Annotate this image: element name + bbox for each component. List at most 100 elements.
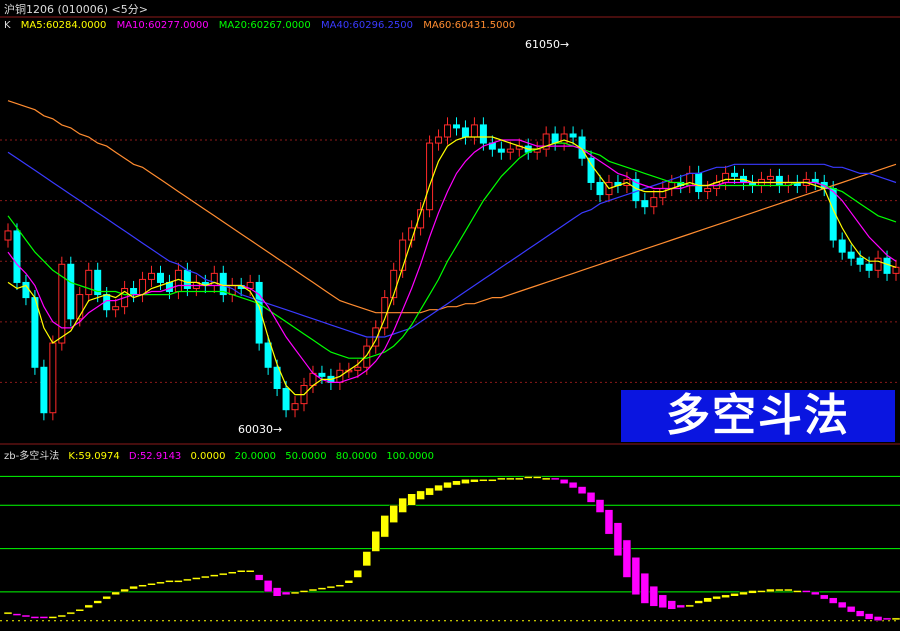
kd-bar-bear	[622, 539, 632, 578]
kd-bar-bull	[532, 476, 542, 479]
kd-bar-bull	[730, 593, 739, 597]
candle-up	[659, 188, 667, 199]
candle-down	[452, 124, 460, 129]
kd-bar-bear	[595, 499, 605, 513]
legend-ma20: MA20:60267.0000	[218, 20, 311, 31]
kd-bar-bull	[748, 590, 757, 594]
candle-up	[85, 269, 93, 296]
kd-bar-bear	[828, 597, 838, 604]
kd-bar-bull	[523, 476, 533, 479]
candle-down	[40, 366, 48, 414]
kd-bar-bull	[891, 617, 900, 621]
kd-bar-bear	[586, 492, 596, 503]
candle-up	[49, 342, 57, 414]
candle-up	[291, 403, 299, 411]
kd-bar-bull	[48, 616, 58, 619]
low-annotation: 60030→	[238, 423, 283, 436]
candle-up	[470, 124, 478, 138]
kd-bar-bull	[219, 572, 228, 576]
kd-bar-bear	[811, 591, 820, 596]
kd-bar-bull	[757, 590, 766, 593]
candle-up	[874, 257, 882, 271]
kd-bar-bull	[129, 585, 138, 590]
sub-legend-0: 0.0000	[190, 451, 226, 462]
kd-bar-bull	[210, 574, 219, 577]
kd-bar-bull	[344, 580, 354, 584]
kd-bar-bull	[389, 505, 398, 523]
kd-bar-bear	[272, 587, 282, 597]
kd-bar-bull	[165, 580, 174, 583]
candle-up	[722, 172, 730, 183]
kd-bar-bull	[371, 531, 381, 552]
kd-bar-bull	[75, 608, 85, 612]
kd-bar-bull	[766, 588, 775, 593]
kd-bar-bear	[559, 479, 569, 484]
kd-bar-bull	[541, 477, 551, 481]
kd-bar-bull	[443, 481, 452, 489]
candle-down	[775, 175, 783, 186]
kd-bar-bull	[66, 611, 76, 615]
kd-bar-bull	[685, 604, 694, 608]
candle-down	[22, 281, 30, 299]
sub-legend-80: 80.0000	[335, 451, 378, 462]
candle-down	[13, 230, 21, 283]
kd-bar-bear	[649, 585, 659, 607]
kd-bar-bull	[335, 584, 345, 587]
legend-ma10: MA10:60277.0000	[116, 20, 209, 31]
candle-down	[551, 133, 559, 144]
kd-bar-bear	[658, 594, 668, 609]
main-legend: K MA5:60284.0000 MA10:60277.0000 MA20:60…	[4, 20, 522, 31]
kd-bar-bull	[3, 611, 13, 615]
kd-bar-bull	[147, 583, 156, 586]
candle-down	[461, 127, 469, 138]
kd-bar-bull	[174, 580, 183, 583]
candle-up	[650, 197, 658, 208]
candle-down	[165, 281, 173, 293]
candle-up	[766, 175, 774, 180]
kd-bar-bull	[506, 477, 515, 481]
candle-down	[497, 148, 505, 153]
kd-bar-bull	[515, 477, 524, 481]
kd-bar-bull	[470, 479, 479, 483]
kd-bar-bear	[855, 610, 865, 617]
kd-bar-bull	[192, 577, 201, 580]
kd-bar-bull	[407, 493, 416, 506]
candle-down	[856, 257, 864, 265]
candle-down	[883, 257, 891, 274]
kd-bar-bull	[452, 480, 461, 486]
kd-bar-bull	[703, 597, 712, 603]
kd-bar-bear	[882, 617, 892, 621]
kd-bar-bull	[479, 479, 488, 482]
candle-up	[139, 278, 147, 296]
candle-down	[31, 297, 39, 368]
kd-bar-bull	[380, 515, 389, 538]
candle-up	[148, 272, 156, 280]
kd-bar-bull	[694, 600, 703, 604]
kd-bar-bear	[604, 509, 614, 535]
candle-up	[506, 148, 514, 153]
kd-bar-bull	[120, 588, 129, 593]
ma20-line	[7, 142, 897, 359]
chart-title: 沪铜1206 (010006) <5分>	[4, 3, 148, 16]
kd-bar-bear	[864, 613, 874, 620]
kd-bar-bull	[111, 591, 120, 596]
candle-down	[865, 263, 873, 271]
candle-down	[318, 372, 326, 377]
kd-bar-bear	[631, 557, 641, 596]
sub-legend-50: 50.0000	[285, 451, 327, 462]
kd-bar-bull	[721, 594, 730, 598]
candle-up	[892, 266, 900, 274]
kd-bar-bull	[93, 600, 102, 604]
kd-bar-bear	[837, 601, 847, 609]
kd-bar-bull	[398, 497, 407, 513]
kd-bar-bull	[299, 590, 309, 593]
sub-legend-title: zb-多空斗法	[4, 451, 60, 462]
candle-up	[704, 188, 712, 193]
kd-bar-bull	[362, 551, 372, 567]
sub-legend-20: 20.0000	[234, 451, 277, 462]
kd-bar-bear	[676, 604, 685, 609]
kd-bar-bull	[434, 484, 443, 492]
kd-bar-bull	[739, 591, 748, 596]
candle-down	[847, 251, 855, 259]
kd-bar-bear	[577, 486, 587, 495]
